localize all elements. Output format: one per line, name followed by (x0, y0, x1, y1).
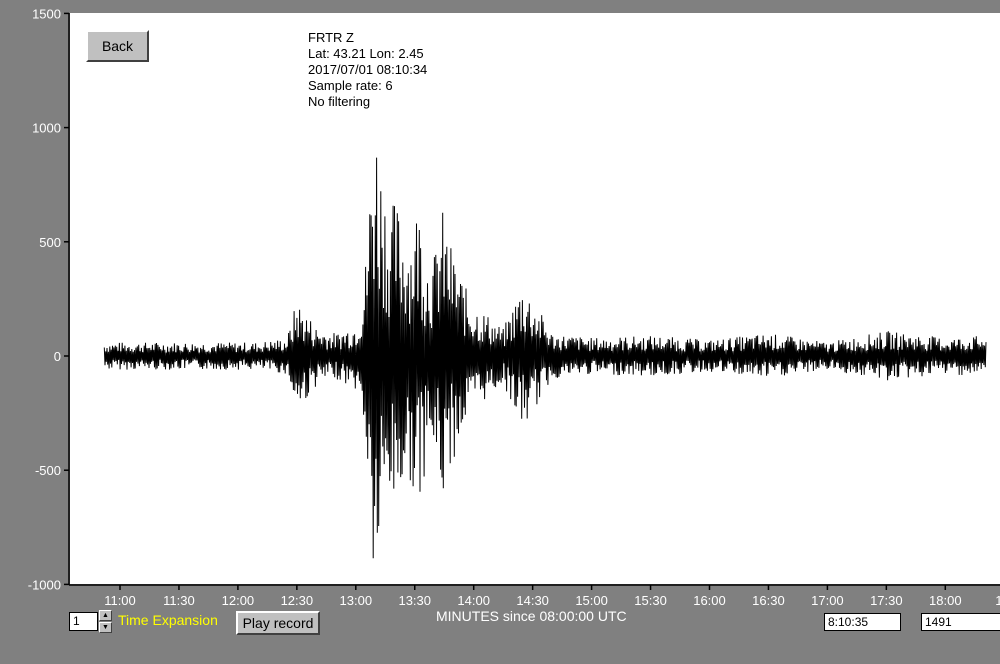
back-button[interactable]: Back (86, 30, 149, 62)
time-expansion-input[interactable]: 1 (69, 612, 98, 631)
x-tick-label: 16:00 (693, 593, 726, 608)
spin-up-arrow-icon[interactable]: ▲ (99, 610, 112, 621)
sample-rate: Sample rate: 6 (308, 78, 393, 93)
x-tick-label: 11:30 (163, 593, 195, 608)
x-tick-label: 13:00 (340, 593, 373, 608)
x-tick-label: 17:30 (870, 593, 903, 608)
x-tick-label: 15:30 (634, 593, 667, 608)
x-tick-label: 15:00 (575, 593, 608, 608)
x-tick-label: 12:00 (222, 593, 255, 608)
x-tick-label: 14:30 (516, 593, 549, 608)
x-tick-label: 12:30 (281, 593, 314, 608)
y-tick-label: 1500 (32, 6, 61, 21)
x-axis-ticks: 11:00 11:30 12:00 12:30 13:00 13:30 14:00 14:30… (104, 585, 1000, 608)
y-tick-label: -500 (35, 463, 61, 478)
station-location: Lat: 43.21 Lon: 2.45 (308, 46, 424, 61)
x-axis-label: MINUTES since 08:00:00 UTC (436, 608, 627, 624)
y-tick-label: 1000 (32, 121, 61, 136)
x-tick-label: 17:00 (811, 593, 844, 608)
play-record-button[interactable]: Play record (236, 611, 320, 635)
spin-down-arrow-icon[interactable]: ▼ (99, 622, 112, 633)
filter-status: No filtering (308, 94, 371, 109)
y-tick-label: 500 (39, 235, 61, 250)
x-tick-label: 16:30 (752, 593, 785, 608)
cursor-time-field[interactable]: 8:10:35 (824, 613, 901, 631)
x-tick-label: 18: (995, 593, 1000, 608)
y-tick-label: -1000 (28, 577, 61, 592)
cursor-value-field[interactable]: 1491 (921, 613, 1000, 631)
x-tick-label: 18:00 (929, 593, 962, 608)
plot-area (70, 13, 1000, 584)
record-datetime: 2017/07/01 08:10:34 (308, 62, 428, 77)
x-tick-label: 13:30 (398, 593, 431, 608)
seismogram-plot: 1500 1000 500 0 -500 -1000 11:00 11:30 12:00 12:… (28, 6, 1000, 608)
x-tick-label: 14:00 (457, 593, 490, 608)
x-tick-label: 11:00 (104, 593, 136, 608)
time-expansion-label: Time Expansion (118, 612, 218, 628)
y-tick-label: 0 (54, 349, 61, 364)
y-axis-ticks: 1500 1000 500 0 -500 -1000 (28, 6, 69, 592)
station-name: FRTR Z (308, 30, 354, 45)
